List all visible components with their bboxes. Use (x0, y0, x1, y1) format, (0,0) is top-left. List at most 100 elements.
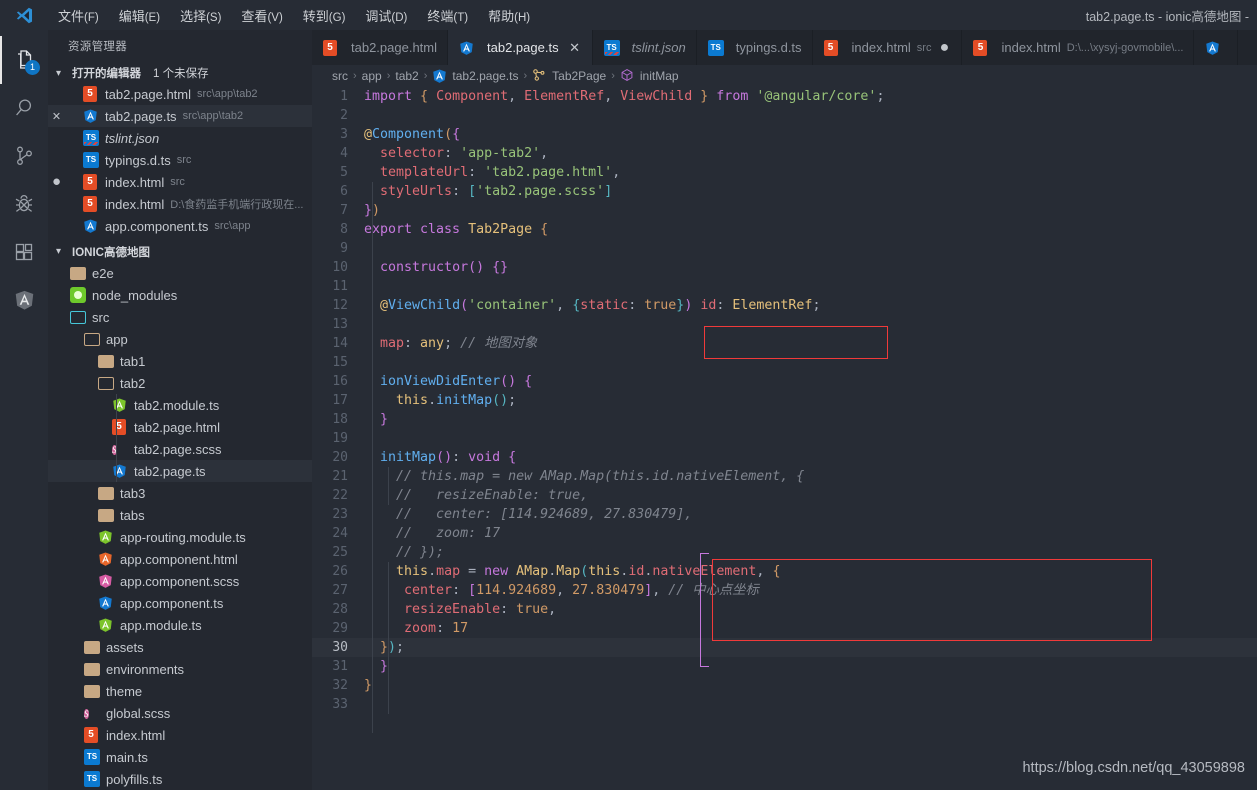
open-editor-item[interactable]: app.component.ts src\app (48, 215, 312, 237)
activity-debug[interactable] (0, 180, 48, 228)
tree-item[interactable]: app-routing.module.ts (48, 526, 312, 548)
code-line[interactable]: 25 // }); (312, 543, 1257, 562)
open-editor-item[interactable]: ● 5 index.html src (48, 171, 312, 193)
tree-item[interactable]: app.component.ts (48, 592, 312, 614)
section-project[interactable]: ▾ IONIC高德地图 (48, 241, 312, 262)
tree-item-label: tab2.page.html (134, 419, 221, 435)
tree-item[interactable]: app.module.ts (48, 614, 312, 636)
code-line[interactable]: 17 this.initMap(); (312, 391, 1257, 410)
close-icon[interactable]: ✕ (48, 110, 65, 123)
code-line[interactable]: 3 @Component({ (312, 125, 1257, 144)
open-editor-item[interactable]: 5 tab2.page.html src\app\tab2 (48, 83, 312, 105)
code-editor[interactable]: 1 import { Component, ElementRef, ViewChi… (312, 87, 1257, 790)
open-editor-item[interactable]: TS typings.d.ts src (48, 149, 312, 171)
editor-tab[interactable] (1194, 30, 1239, 65)
tree-item[interactable]: node_modules (48, 284, 312, 306)
code-line[interactable]: 2 (312, 106, 1257, 125)
code-line[interactable]: 9 (312, 239, 1257, 258)
activity-angular[interactable] (0, 276, 48, 324)
menu-item-5[interactable]: 调试(D) (355, 2, 417, 29)
breadcrumb-item[interactable]: src (332, 69, 348, 83)
code-line[interactable]: 16 ionViewDidEnter() { (312, 372, 1257, 391)
menu-bar[interactable]: 文件(F) 编辑(E) 选择(S) 查看(V) 转到(G) 调试(D) 终端(T… (48, 2, 540, 29)
tree-item[interactable]: tabs (48, 504, 312, 526)
breadcrumb-item[interactable]: Tab2Page (532, 68, 606, 84)
editor-tab[interactable]: 5 index.html D:\...\xysyj-govmobile\... (962, 30, 1195, 65)
tree-item[interactable]: tab2.page.ts (48, 460, 312, 482)
tree-item[interactable]: tab1 (48, 350, 312, 372)
tree-item[interactable]: app.component.html (48, 548, 312, 570)
tree-item[interactable]: TS polyfills.ts (48, 768, 312, 790)
editor-tab-label: tslint.json (631, 40, 686, 55)
code-line[interactable]: 19 (312, 429, 1257, 448)
code-line[interactable]: 1 import { Component, ElementRef, ViewChi… (312, 87, 1257, 106)
tree-item[interactable]: app (48, 328, 312, 350)
code-line[interactable]: 27 center: [114.924689, 27.830479], // 中… (312, 581, 1257, 600)
editor-tab[interactable]: 5 tab2.page.html (312, 30, 449, 65)
tree-item[interactable]: 5 tab2.page.html (48, 416, 312, 438)
unsaved-dot-icon[interactable]: ● (937, 39, 951, 55)
menu-item-0[interactable]: 文件(F) (48, 2, 109, 29)
open-editor-item[interactable]: 5 index.html D:\食药监手机端行政现在... (48, 193, 312, 215)
section-open-editors[interactable]: ▾ 打开的编辑器 1 个未保存 (48, 63, 312, 84)
code-line[interactable]: 28 resizeEnable: true, (312, 600, 1257, 619)
tree-item[interactable]: tab2 (48, 372, 312, 394)
activity-search[interactable] (0, 84, 48, 132)
editor-tab[interactable]: 5 index.html src ● (812, 30, 963, 65)
tree-item[interactable]: TS main.ts (48, 746, 312, 768)
tree-item[interactable]: app.component.scss (48, 570, 312, 592)
code-line[interactable]: 13 (312, 315, 1257, 334)
code-line[interactable]: 22 // resizeEnable: true, (312, 486, 1257, 505)
code-line[interactable]: 33 (312, 695, 1257, 714)
code-line[interactable]: 10 constructor() {} (312, 258, 1257, 277)
menu-item-3[interactable]: 查看(V) (231, 2, 292, 29)
open-editor-item[interactable]: ✕ tab2.page.ts src\app\tab2 (48, 105, 312, 128)
code-line[interactable]: 31 } (312, 657, 1257, 676)
open-editor-item[interactable]: TS tslint.json (48, 127, 312, 149)
tree-item[interactable]: e2e (48, 262, 312, 284)
code-line[interactable]: 5 templateUrl: 'tab2.page.html', (312, 163, 1257, 182)
tree-item[interactable]: assets (48, 636, 312, 658)
tree-item[interactable]: tab3 (48, 482, 312, 504)
code-line[interactable]: 11 (312, 277, 1257, 296)
breadcrumb-item[interactable]: app (362, 69, 382, 83)
tree-item[interactable]: src (48, 306, 312, 328)
editor-tab[interactable]: TS tslint.json (592, 30, 697, 65)
breadcrumb-item[interactable]: tab2.page.ts (432, 68, 518, 84)
code-line[interactable]: 6 styleUrls: ['tab2.page.scss'] (312, 182, 1257, 201)
tree-item[interactable]: theme (48, 680, 312, 702)
activity-explorer[interactable]: 1 (0, 36, 48, 84)
code-line[interactable]: 20 initMap(): void { (312, 448, 1257, 467)
code-line[interactable]: 23 // center: [114.924689, 27.830479], (312, 505, 1257, 524)
code-line[interactable]: 14 map: any; // 地图对象 (312, 334, 1257, 353)
menu-item-6[interactable]: 终端(T) (417, 2, 478, 29)
editor-tab[interactable]: TS typings.d.ts (696, 30, 813, 65)
tree-item[interactable]: Stab2.page.scss (48, 438, 312, 460)
code-line[interactable]: 15 (312, 353, 1257, 372)
code-line[interactable]: 12 @ViewChild('container', {static: true… (312, 296, 1257, 315)
code-line[interactable]: 32} (312, 676, 1257, 695)
menu-item-2[interactable]: 选择(S) (170, 2, 231, 29)
tree-item[interactable]: 5 index.html (48, 724, 312, 746)
activity-source-control[interactable] (0, 132, 48, 180)
activity-extensions[interactable] (0, 228, 48, 276)
code-line[interactable]: 21 // this.map = new AMap.Map(this.id.na… (312, 467, 1257, 486)
code-line[interactable]: 8 export class Tab2Page { (312, 220, 1257, 239)
menu-item-7[interactable]: 帮助(H) (478, 2, 540, 29)
editor-tab-active[interactable]: tab2.page.ts ✕ (448, 30, 593, 65)
code-line[interactable]: 7}) (312, 201, 1257, 220)
code-line[interactable]: 4 selector: 'app-tab2', (312, 144, 1257, 163)
breadcrumb-item[interactable]: tab2 (395, 69, 418, 83)
menu-item-1[interactable]: 编辑(E) (109, 2, 170, 29)
code-line[interactable]: 29 zoom: 17 (312, 619, 1257, 638)
code-line[interactable]: 24 // zoom: 17 (312, 524, 1257, 543)
tree-item[interactable]: environments (48, 658, 312, 680)
tree-item[interactable]: Sglobal.scss (48, 702, 312, 724)
code-line[interactable]: 26 this.map = new AMap.Map(this.id.nativ… (312, 562, 1257, 581)
code-line[interactable]: 30 }); (312, 638, 1257, 657)
code-line[interactable]: 18 } (312, 410, 1257, 429)
menu-item-4[interactable]: 转到(G) (293, 2, 356, 29)
close-icon[interactable]: ✕ (568, 40, 582, 56)
breadcrumb-item[interactable]: initMap (620, 68, 679, 84)
tree-item[interactable]: tab2.module.ts (48, 394, 312, 416)
